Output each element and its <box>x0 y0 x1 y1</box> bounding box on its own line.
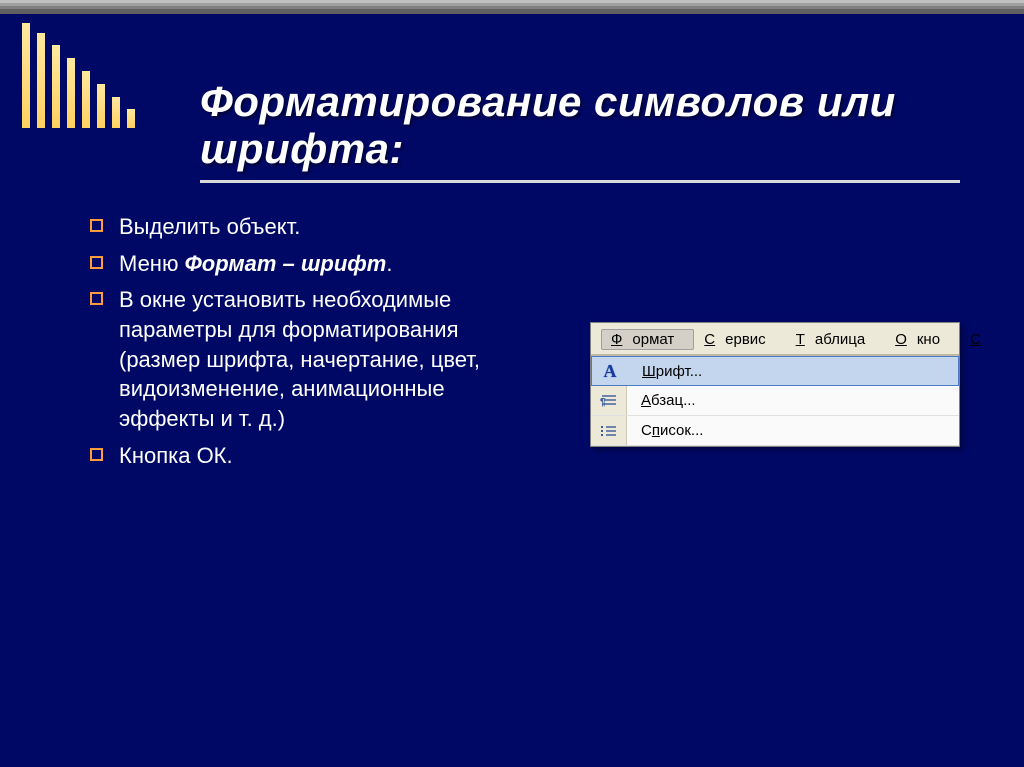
menubar: Формат Сервис Таблица Окно С <box>591 323 959 355</box>
title-underline <box>200 180 960 183</box>
menu-format[interactable]: Формат <box>601 329 694 350</box>
svg-text:¶: ¶ <box>600 397 606 408</box>
top-accent-bar <box>0 0 1024 14</box>
menu-service[interactable]: Сервис <box>694 329 785 350</box>
slide-title-block: Форматирование символов или шрифта: <box>200 78 960 183</box>
list-item: Выделить объект. <box>90 212 510 242</box>
menu-item-paragraph[interactable]: ¶ Абзац... <box>591 386 959 416</box>
bullet-text: Выделить объект. <box>119 212 510 242</box>
corner-decoration <box>22 18 135 128</box>
word-menu-screenshot: Формат Сервис Таблица Окно С A Шрифт... … <box>590 322 960 447</box>
menu-partial[interactable]: С <box>960 329 991 350</box>
square-bullet-icon <box>90 292 103 305</box>
slide-title: Форматирование символов или шрифта: <box>200 78 960 172</box>
menu-window[interactable]: Окно <box>885 329 960 350</box>
font-icon: A <box>592 357 628 385</box>
menu-item-list[interactable]: Список... <box>591 416 959 446</box>
list-item: В окне установить необходимые параметры … <box>90 285 510 433</box>
square-bullet-icon <box>90 448 103 461</box>
bullet-text: В окне установить необходимые параметры … <box>119 285 510 433</box>
format-dropdown: A Шрифт... ¶ Абзац... Список... <box>591 355 959 446</box>
list-icon <box>591 416 627 445</box>
list-item: Меню Формат – шрифт. <box>90 249 510 279</box>
square-bullet-icon <box>90 219 103 232</box>
bullet-list: Выделить объект. Меню Формат – шрифт. В … <box>90 212 510 478</box>
bullet-text: Кнопка ОК. <box>119 441 510 471</box>
menu-item-font[interactable]: A Шрифт... <box>591 356 959 386</box>
menu-table[interactable]: Таблица <box>786 329 886 350</box>
paragraph-icon: ¶ <box>591 386 627 415</box>
bullet-text: Меню Формат – шрифт. <box>119 249 510 279</box>
list-item: Кнопка ОК. <box>90 441 510 471</box>
square-bullet-icon <box>90 256 103 269</box>
